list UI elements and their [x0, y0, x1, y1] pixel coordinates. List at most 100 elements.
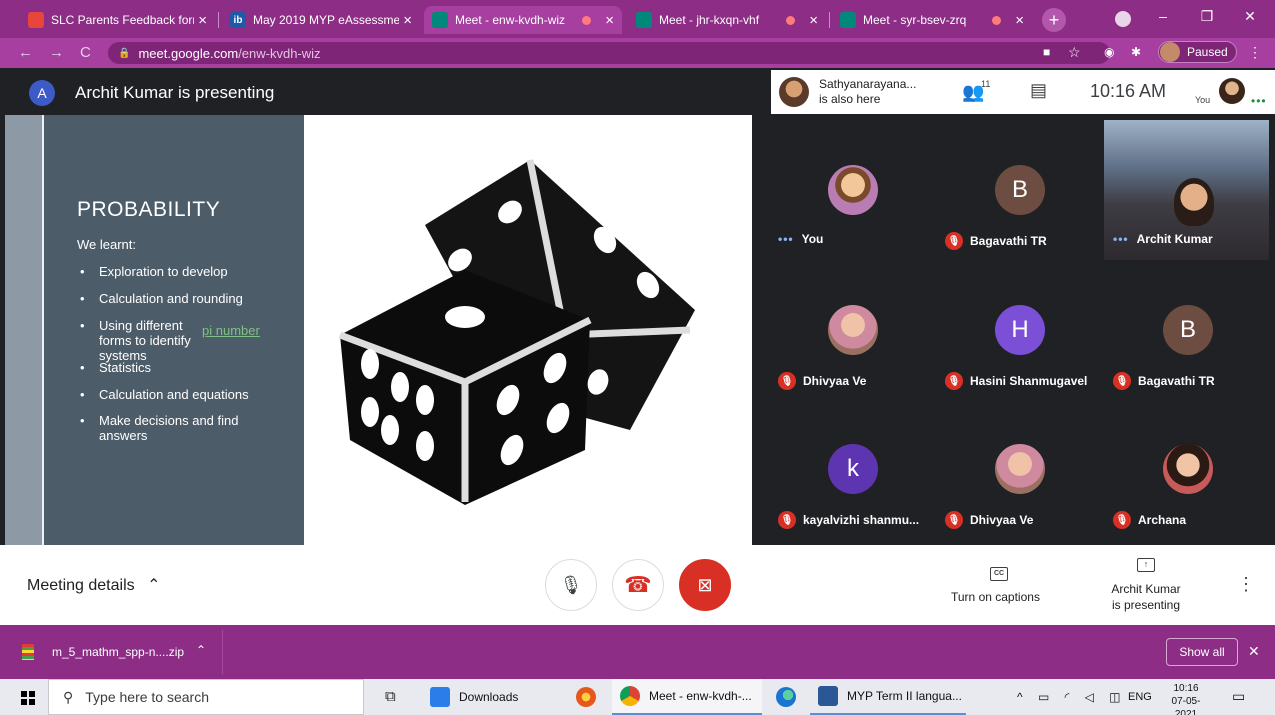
system-tray-icons[interactable]: ^ ▭ ◜ ◁ ◫ — [1017, 690, 1127, 704]
participant-name: Archana — [1138, 513, 1187, 527]
bookmark-star-icon[interactable]: ☆ — [1068, 44, 1081, 61]
notifications-icon[interactable]: ▭ — [1232, 688, 1245, 705]
ib-logo-icon: ib — [230, 12, 246, 28]
logo-square — [21, 691, 27, 697]
google-meet-icon — [840, 12, 856, 28]
camera-off-icon: ⊠ — [697, 574, 713, 595]
shelf-divider — [222, 630, 223, 674]
also-here-notice[interactable]: Sathyanarayana... is also here — [771, 70, 940, 114]
presenting-name: Archit Kumar — [1111, 582, 1181, 596]
dice-illustration — [338, 159, 695, 505]
logo-square — [29, 699, 35, 705]
close-icon[interactable]: × — [1015, 12, 1024, 29]
microphone-button[interactable]: 🎙 — [545, 559, 597, 611]
profile-avatar — [1160, 42, 1180, 62]
reload-icon[interactable]: C — [80, 44, 91, 61]
camera-off-button[interactable]: ⊠ — [679, 559, 731, 611]
captions-button[interactable]: Turn on captions — [951, 590, 1040, 604]
chat-icon[interactable]: ▤ — [1030, 80, 1047, 101]
profile-icon[interactable] — [1115, 11, 1131, 27]
tab-title: Meet - syr-bsev-zrq — [863, 13, 967, 27]
taskbar-item-firefox[interactable] — [568, 679, 608, 715]
participant-tile[interactable]: 🎙 Dhivyaa Ve — [936, 394, 1103, 534]
leave-call-button[interactable]: ☎ — [612, 559, 664, 611]
maximize-button[interactable]: ❐ — [1195, 8, 1219, 25]
close-shelf-icon[interactable]: ✕ — [1248, 643, 1260, 660]
browser-tab-meet-3[interactable]: Meet - syr-bsev-zrq × — [832, 6, 1032, 34]
show-all-button[interactable]: Show all — [1166, 638, 1238, 666]
browser-tab-feedback[interactable]: SLC Parents Feedback form la × — [20, 6, 215, 34]
more-dots-icon[interactable]: ••• — [1251, 94, 1267, 108]
present-icon[interactable]: ↑ — [1137, 558, 1155, 572]
window-close-button[interactable]: ✕ — [1238, 8, 1262, 25]
slide-overlay-link[interactable]: pi number — [202, 323, 260, 338]
bullet-text: Calculation and equations — [99, 387, 249, 402]
taskbar-item-edge[interactable] — [768, 679, 808, 715]
new-tab-button[interactable]: + — [1042, 8, 1066, 32]
more-options-icon[interactable]: ⋮ — [1237, 574, 1255, 595]
recording-icon — [582, 15, 592, 25]
search-placeholder: Type here to search — [85, 689, 210, 705]
minimize-button[interactable]: – — [1151, 8, 1175, 24]
extension-icon[interactable]: ◉ — [1104, 45, 1114, 59]
presenting-status-button[interactable]: Archit Kumar is presenting — [1110, 581, 1182, 613]
task-view-icon[interactable]: ⧉ — [385, 688, 396, 705]
chevron-up-icon[interactable]: ⌃ — [196, 643, 206, 657]
close-icon[interactable]: × — [605, 12, 614, 29]
participant-name-row: 🎙 Bagavathi TR — [945, 232, 1047, 250]
tab-separator — [829, 12, 830, 28]
participant-tile[interactable]: 🎙 Archana — [1104, 394, 1271, 534]
puzzle-icon[interactable]: ✱ — [1131, 45, 1141, 59]
browser-tab-meet-2[interactable]: Meet - jhr-kxqn-vhf × — [628, 6, 826, 34]
download-shelf — [0, 625, 1275, 679]
browser-tab-myp[interactable]: ib May 2019 MYP eAssessment × — [222, 6, 420, 34]
captions-icon[interactable]: CC — [990, 567, 1008, 581]
logo-square — [29, 691, 35, 697]
bullet-text: Using different forms to identify system… — [99, 318, 191, 363]
mic-off-icon: 🎙 — [778, 511, 796, 529]
taskbar-search-input[interactable]: ⚲ Type here to search — [48, 679, 364, 715]
google-meet-icon — [636, 12, 652, 28]
clock-date: 07-05-2021 — [1171, 696, 1201, 715]
microphone-icon: 🎙 — [559, 574, 583, 595]
chrome-menu-icon[interactable]: ⋮ — [1248, 44, 1262, 61]
taskbar-item-downloads[interactable]: Downloads — [422, 679, 562, 715]
chrome-icon — [620, 686, 640, 706]
more-dots-icon: ••• — [1113, 232, 1129, 246]
participant-name: Dhivyaa Ve — [970, 513, 1034, 527]
search-icon: ⚲ — [63, 688, 74, 705]
taskbar-item-word[interactable]: MYP Term II langua... — [810, 679, 966, 715]
camera-indicator-icon[interactable]: ■ — [1043, 45, 1050, 59]
bullet-dot: • — [80, 387, 85, 402]
windows-start-icon[interactable] — [21, 691, 35, 705]
mic-off-icon: 🎙 — [945, 511, 963, 529]
forward-icon[interactable]: → — [49, 44, 64, 61]
participant-name-row: 🎙 Archana — [1113, 511, 1186, 529]
participant-tile[interactable]: 🎙 Dhivyaa Ve — [769, 255, 936, 395]
close-icon[interactable]: × — [403, 12, 412, 29]
taskbar-item-chrome[interactable]: Meet - enw-kvdh-... — [612, 679, 762, 715]
self-view-thumbnail[interactable] — [1219, 78, 1245, 104]
url-bar[interactable]: 🔒 meet.google.com /enw-kvdh-wiz — [108, 42, 1110, 64]
close-icon[interactable]: × — [198, 12, 207, 29]
language-indicator[interactable]: ENG — [1128, 691, 1152, 703]
bullet-dot: • — [80, 264, 85, 279]
participant-name-row: 🎙 Bagavathi TR — [1113, 372, 1215, 390]
participant-tile[interactable]: k 🎙 kayalvizhi shanmu... — [769, 394, 936, 534]
meeting-clock: 10:16 AM — [1090, 81, 1167, 101]
participant-video-tile[interactable]: ••• Archit Kumar — [1104, 120, 1269, 260]
taskbar-clock[interactable]: 10:16 07-05-2021 — [1161, 682, 1211, 715]
participant-tile[interactable]: B 🎙 Bagavathi TR — [936, 115, 1103, 255]
back-icon[interactable]: ← — [18, 44, 33, 61]
download-file-name[interactable]: m_5_mathm_spp-n....zip — [52, 645, 184, 659]
participant-initial: B — [1163, 305, 1213, 355]
browser-tab-meet-active[interactable]: Meet - enw-kvdh-wiz × — [424, 6, 622, 34]
url-path: /enw-kvdh-wiz — [238, 45, 321, 61]
participant-tile[interactable]: H 🎙 Hasini Shanmugavel — [936, 255, 1103, 395]
mic-off-icon: 🎙 — [778, 372, 796, 390]
meeting-details-button[interactable]: Meeting details ⌃ — [27, 575, 160, 595]
participant-tile[interactable]: B 🎙 Bagavathi TR — [1104, 255, 1271, 395]
participant-tile[interactable]: ••• You — [769, 115, 936, 255]
close-icon[interactable]: × — [809, 12, 818, 29]
google-meet-icon — [432, 12, 448, 28]
